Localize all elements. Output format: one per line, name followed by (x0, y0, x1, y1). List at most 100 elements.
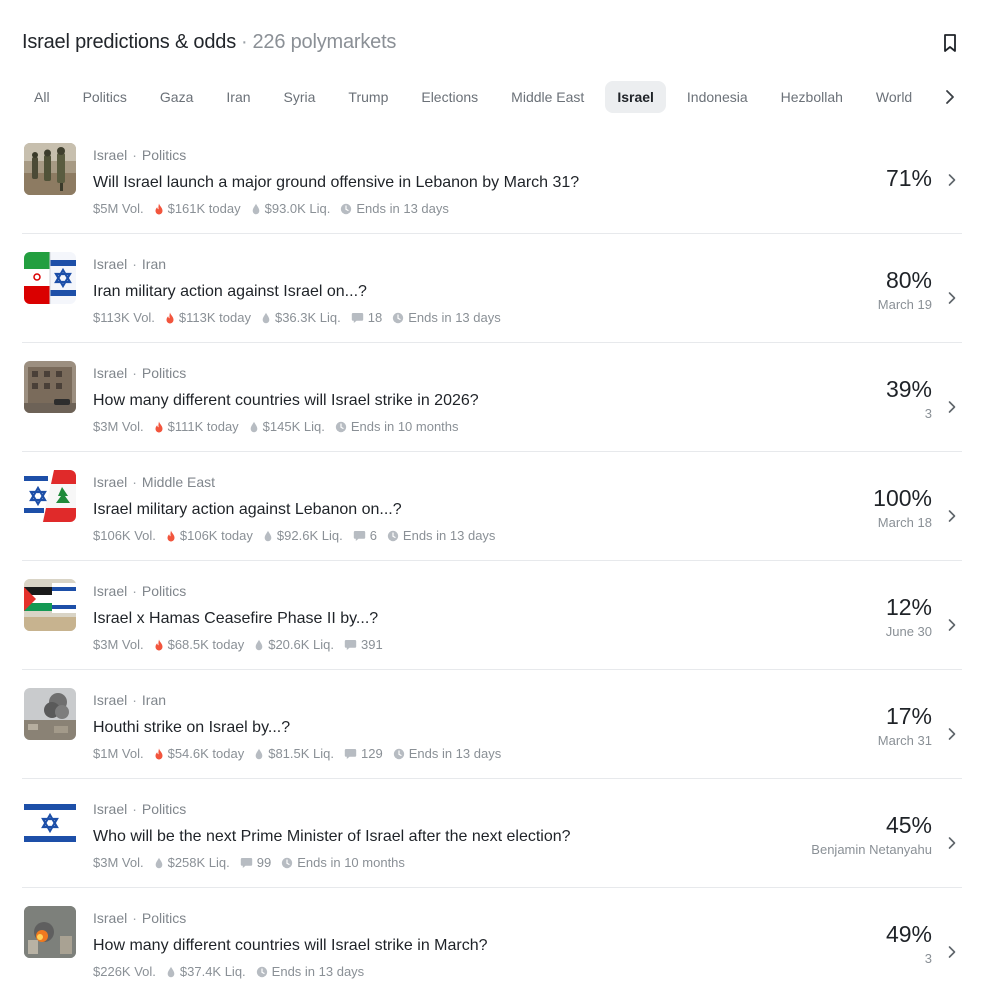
market-row[interactable]: Israel · Middle East Israel military action… (22, 452, 962, 561)
tag-separator: · (132, 365, 137, 381)
market-question[interactable]: How many different countries will Israel… (93, 392, 479, 410)
today-volume-text: $111K today (167, 419, 239, 434)
volume: $226K Vol. (93, 964, 156, 979)
volume-text: $3M Vol. (93, 637, 144, 652)
market-question[interactable]: Israel x Hamas Ceasefire Phase II by...? (93, 610, 378, 628)
ends-in: Ends in 13 days (387, 528, 495, 543)
chevron-right-icon[interactable] (946, 290, 958, 306)
chevron-right-icon[interactable] (946, 508, 958, 524)
market-row[interactable]: Israel · Iran Houthi strike on Israel by...… (22, 670, 962, 779)
liquidity-icon (249, 421, 263, 433)
liquidity-text: $92.6K Liq. (276, 528, 343, 543)
tag-primary[interactable]: Israel (93, 910, 127, 926)
volume-text: $5M Vol. (93, 201, 144, 216)
liquidity: $93.0K Liq. (251, 201, 331, 216)
tab-trump[interactable]: Trump (336, 81, 400, 113)
today-volume: $161K today (154, 201, 241, 216)
tag-secondary[interactable]: Iran (142, 256, 166, 272)
chevron-right-icon[interactable] (946, 172, 958, 188)
market-percent: 39% (885, 376, 932, 402)
ends-in-icon (335, 421, 351, 433)
tag-secondary[interactable]: Politics (142, 147, 186, 163)
chevron-right-icon[interactable] (946, 835, 958, 851)
tag-primary[interactable]: Israel (93, 256, 127, 272)
tab-elections[interactable]: Elections (409, 81, 490, 113)
market-outcome: 3 (924, 406, 932, 421)
market-question[interactable]: Israel military action against Lebanon o… (93, 501, 402, 519)
tag-separator: · (132, 147, 137, 163)
today-volume-icon (154, 203, 168, 215)
tag-primary[interactable]: Israel (93, 801, 127, 817)
volume: $3M Vol. (93, 637, 144, 652)
market-question[interactable]: Who will be the next Prime Minister of I… (93, 828, 571, 846)
market-question[interactable]: Iran military action against Israel on..… (93, 283, 367, 301)
market-row[interactable]: Israel · Iran Iran military action against … (22, 234, 962, 343)
market-percent: 49% (885, 921, 932, 947)
comments-icon (344, 639, 361, 651)
tag-secondary[interactable]: Iran (142, 692, 166, 708)
chevron-right-icon[interactable] (940, 86, 960, 108)
tag-primary[interactable]: Israel (93, 474, 127, 490)
liquidity: $20.6K Liq. (254, 637, 334, 652)
ends-in-icon (392, 312, 408, 324)
ends-in: Ends in 10 months (335, 419, 459, 434)
market-row[interactable]: Israel · Politics Who will be the next Prim… (22, 779, 962, 888)
market-row[interactable]: Israel · Politics Will Israel launch a majo… (22, 125, 962, 234)
tag-secondary[interactable]: Politics (142, 801, 186, 817)
chevron-right-icon[interactable] (946, 399, 958, 415)
tag-secondary[interactable]: Politics (142, 583, 186, 599)
tag-separator: · (132, 801, 137, 817)
tag-primary[interactable]: Israel (93, 365, 127, 381)
ends-in-icon (340, 203, 356, 215)
market-question[interactable]: Houthi strike on Israel by...? (93, 719, 290, 737)
market-thumbnail (24, 143, 76, 195)
tab-middle-east[interactable]: Middle East (499, 81, 596, 113)
market-thumbnail (24, 797, 76, 849)
comments-text: 129 (361, 746, 383, 761)
chevron-right-icon[interactable] (946, 944, 958, 960)
chevron-right-icon[interactable] (946, 726, 958, 742)
tag-primary[interactable]: Israel (93, 692, 127, 708)
tab-gaza[interactable]: Gaza (148, 81, 205, 113)
chevron-right-icon[interactable] (946, 617, 958, 633)
liquidity: $36.3K Liq. (261, 310, 341, 325)
today-volume: $111K today (154, 419, 239, 434)
market-row[interactable]: Israel · Politics How many different countr… (22, 888, 962, 997)
tag-secondary[interactable]: Middle East (142, 474, 215, 490)
tab-politics[interactable]: Politics (71, 81, 139, 113)
market-meta: $3M Vol. $68.5K today $20.6K Liq. 391 (93, 637, 393, 652)
tab-indonesia[interactable]: Indonesia (675, 81, 760, 113)
market-outcome: March 19 (877, 297, 932, 312)
liquidity-text: $20.6K Liq. (268, 637, 334, 652)
tab-iran[interactable]: Iran (214, 81, 262, 113)
today-volume-icon (154, 748, 168, 760)
market-row[interactable]: Israel · Politics How many different countr… (22, 343, 962, 452)
tag-primary[interactable]: Israel (93, 583, 127, 599)
tab-israel[interactable]: Israel (605, 81, 666, 113)
liquidity-icon (261, 312, 275, 324)
tab-all[interactable]: All (22, 81, 62, 113)
market-tags: Israel · Iran (93, 692, 166, 708)
market-row[interactable]: Israel · Politics Israel x Hamas Ceasefire … (22, 561, 962, 670)
tag-separator: · (132, 256, 137, 272)
today-volume-icon (154, 639, 168, 651)
market-list: Israel · Politics Will Israel launch a majo… (22, 125, 962, 997)
tag-secondary[interactable]: Politics (142, 365, 186, 381)
liquidity-text: $37.4K Liq. (179, 964, 246, 979)
market-percent: 71% (885, 165, 932, 191)
market-percent: 80% (885, 267, 932, 293)
volume-text: $3M Vol. (93, 419, 144, 434)
tag-separator: · (132, 583, 137, 599)
bookmark-icon[interactable] (940, 32, 960, 54)
market-meta: $1M Vol. $54.6K today $81.5K Liq. 129 Ends i… (93, 746, 511, 761)
market-meta: $5M Vol. $161K today $93.0K Liq. Ends in 13… (93, 201, 459, 216)
tag-primary[interactable]: Israel (93, 147, 127, 163)
tab-hezbollah[interactable]: Hezbollah (769, 81, 855, 113)
tab-world[interactable]: World (864, 81, 924, 113)
market-question[interactable]: How many different countries will Israel… (93, 937, 488, 955)
tab-syria[interactable]: Syria (272, 81, 328, 113)
market-question[interactable]: Will Israel launch a major ground offens… (93, 174, 579, 192)
ends-in-text: Ends in 10 months (350, 419, 459, 434)
tag-secondary[interactable]: Politics (142, 910, 186, 926)
liquidity-text: $93.0K Liq. (264, 201, 331, 216)
